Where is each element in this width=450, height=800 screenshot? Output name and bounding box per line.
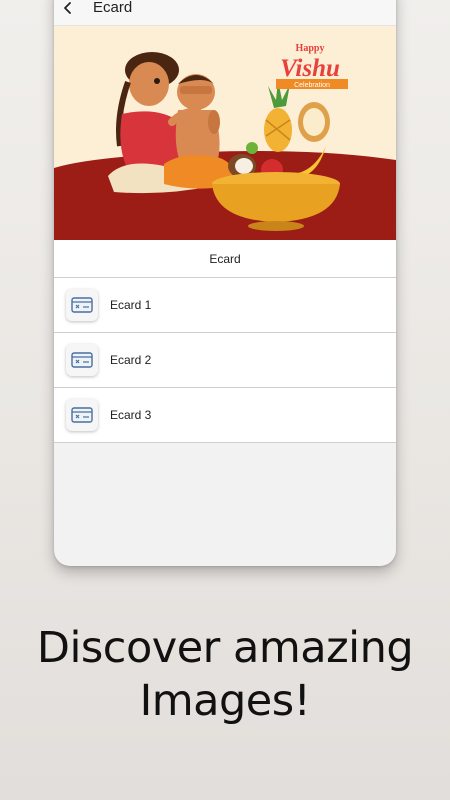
greeting-sub: Celebration: [294, 82, 330, 89]
greeting-main: Vishu: [280, 55, 340, 82]
vishu-banner-image[interactable]: Happy Vishu Celebration: [54, 26, 396, 240]
ecard-icon: [66, 289, 98, 321]
back-button[interactable]: [56, 0, 80, 20]
section-header: Ecard: [54, 240, 396, 278]
list-item-ecard-2[interactable]: Ecard 2: [54, 333, 396, 388]
greeting-top: Happy: [296, 43, 325, 54]
list-item-label: Ecard 3: [110, 408, 152, 422]
mango: [246, 142, 258, 154]
ecard-icon: [66, 344, 98, 376]
ecard-list: Ecard 1 Ecard 2 Ecard 3: [54, 278, 396, 443]
phone-frame: Ecard Happy Vishu Celebration Ecard Ecar…: [54, 0, 396, 566]
tagline-line-2: Images!: [139, 676, 311, 726]
ecard-icon: [66, 399, 98, 431]
list-item-ecard-1[interactable]: Ecard 1: [54, 278, 396, 333]
page-title: Ecard: [93, 0, 133, 16]
list-item-label: Ecard 1: [110, 298, 152, 312]
promo-tagline: Discover amazing Images!: [0, 622, 450, 728]
list-item-ecard-3[interactable]: Ecard 3: [54, 388, 396, 443]
chevron-left-icon: [64, 2, 71, 14]
tagline-line-1: Discover amazing: [36, 623, 414, 673]
app-bar: Ecard: [54, 0, 396, 26]
mirror: [298, 102, 330, 142]
list-item-label: Ecard 2: [110, 353, 152, 367]
